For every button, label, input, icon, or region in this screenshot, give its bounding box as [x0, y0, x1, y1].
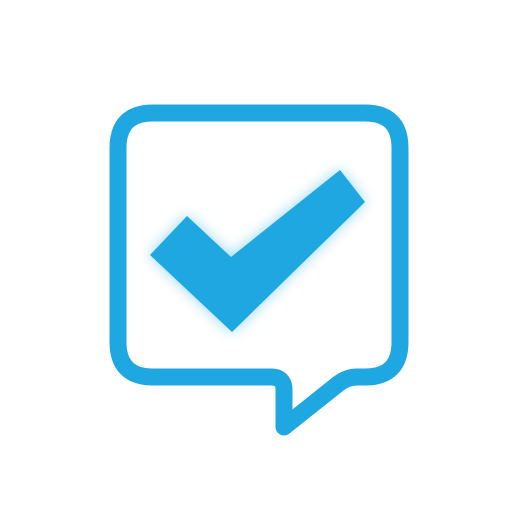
checkmark-icon	[150, 170, 365, 332]
speech-bubble-checkmark-icon	[109, 104, 409, 436]
app-icon-canvas	[0, 0, 512, 512]
